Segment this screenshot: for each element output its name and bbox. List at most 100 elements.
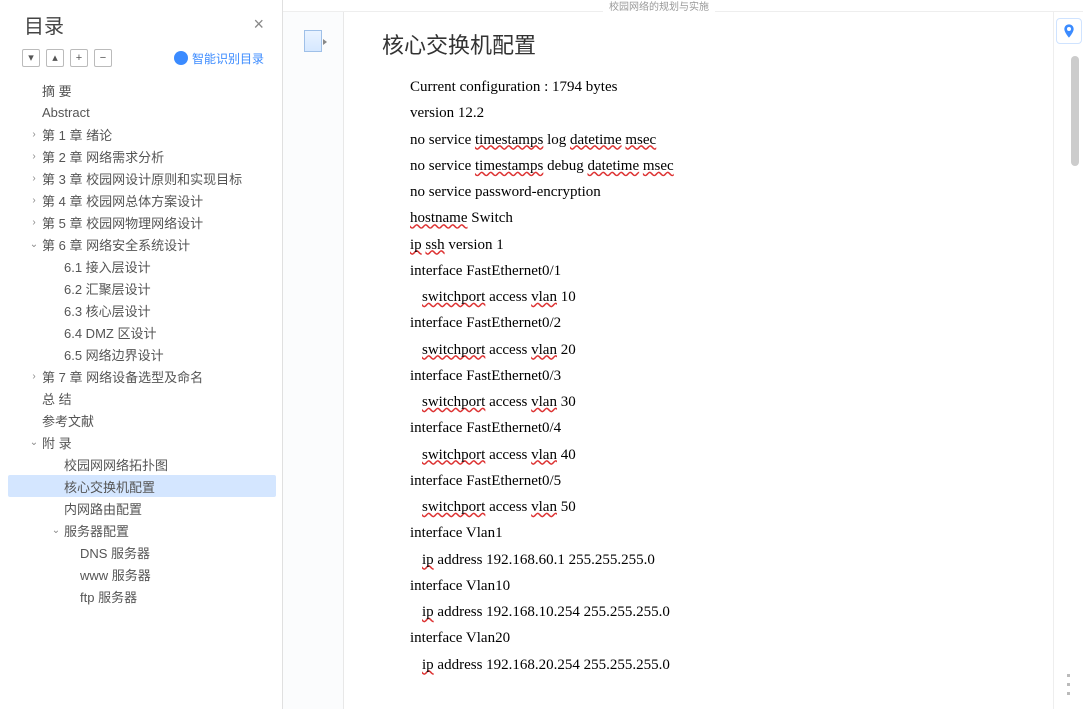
config-line: switchport access vlan 40: [382, 442, 1059, 468]
config-line: hostname Switch: [382, 205, 1059, 231]
toc-item[interactable]: ⌄附 录: [8, 431, 276, 453]
toc-item[interactable]: 核心交换机配置: [8, 475, 276, 497]
toc-item-label: 6.2 汇聚层设计: [64, 279, 151, 298]
spell-squiggle: vlan: [531, 289, 557, 305]
chevron-right-icon[interactable]: ›: [26, 217, 42, 228]
spell-squiggle: vlan: [531, 499, 557, 515]
config-line: no service timestamps log datetime msec: [382, 127, 1059, 153]
collapse-all-button[interactable]: ▾: [22, 49, 40, 67]
chevron-right-icon[interactable]: ›: [26, 173, 42, 184]
config-line: interface FastEthernet0/4: [382, 415, 1059, 441]
zoom-in-button[interactable]: +: [70, 49, 88, 67]
config-line: Current configuration : 1794 bytes: [382, 74, 1059, 100]
chevron-right-icon[interactable]: ›: [26, 151, 42, 162]
config-line: ip address 192.168.20.254 255.255.255.0: [382, 652, 1059, 678]
toc-item[interactable]: ›第 2 章 网络需求分析: [8, 145, 276, 167]
chevron-down-icon[interactable]: ⌄: [26, 239, 42, 250]
config-line: ip ssh version 1: [382, 232, 1059, 258]
toc-item[interactable]: 6.1 接入层设计: [8, 255, 276, 277]
toc-item[interactable]: 校园网网络拓扑图: [8, 453, 276, 475]
toc-item[interactable]: ›第 3 章 校园网设计原则和实现目标: [8, 167, 276, 189]
toc-item-label: 总 结: [42, 389, 72, 408]
toc-item-label: 第 7 章 网络设备选型及命名: [42, 367, 203, 386]
toc-item-label: 参考文献: [42, 411, 94, 430]
toc-item[interactable]: ⌄服务器配置: [8, 519, 276, 541]
config-line: no service password-encryption: [382, 179, 1059, 205]
spell-squiggle: msec: [625, 132, 656, 148]
ruler-strip: 校园网络的规划与实施: [283, 0, 1083, 12]
smart-toc-link[interactable]: 智能识别目录: [174, 50, 264, 67]
toc-item[interactable]: ftp 服务器: [8, 585, 276, 607]
document-area: 校园网络的规划与实施 核心交换机配置 Current configuration…: [283, 0, 1083, 709]
config-line: interface FastEthernet0/3: [382, 363, 1059, 389]
chevron-right-icon[interactable]: ›: [26, 129, 42, 140]
chevron-down-icon[interactable]: ⌄: [48, 525, 64, 536]
spell-squiggle: switchport: [422, 289, 485, 305]
toc-item[interactable]: ⌄第 6 章 网络安全系统设计: [8, 233, 276, 255]
spell-squiggle: switchport: [422, 447, 485, 463]
toc-item[interactable]: 6.5 网络边界设计: [8, 343, 276, 365]
chevron-right-icon[interactable]: ›: [26, 371, 42, 382]
toc-item-label: 核心交换机配置: [64, 477, 155, 496]
config-line: switchport access vlan 50: [382, 494, 1059, 520]
config-line: switchport access vlan 20: [382, 337, 1059, 363]
spell-squiggle: ip: [422, 604, 434, 620]
scrollbar-thumb[interactable]: [1071, 56, 1079, 166]
toc-item[interactable]: 内网路由配置: [8, 497, 276, 519]
spell-squiggle: ssh: [425, 237, 444, 253]
toc-item[interactable]: 参考文献: [8, 409, 276, 431]
toc-item-label: 附 录: [42, 433, 72, 452]
toc-tree[interactable]: 摘 要Abstract›第 1 章 绪论›第 2 章 网络需求分析›第 3 章 …: [0, 73, 282, 709]
sidebar-title: 目录: [24, 10, 64, 39]
smart-toc-label: 智能识别目录: [192, 50, 264, 67]
toc-item[interactable]: 6.3 核心层设计: [8, 299, 276, 321]
toc-item[interactable]: DNS 服务器: [8, 541, 276, 563]
toc-sidebar: 目录 × ▾ ▴ + − 智能识别目录 摘 要 Abstract ›第 1 章 绪论…: [0, 0, 283, 709]
toc-item-label: 第 5 章 校园网物理网络设计: [42, 213, 203, 232]
page-thumbnail-icon[interactable]: [304, 30, 322, 52]
config-line: interface FastEthernet0/1: [382, 258, 1059, 284]
toc-item-label: 6.1 接入层设计: [64, 257, 151, 276]
doc-tab-hint: 校园网络的规划与实施: [603, 0, 715, 13]
config-line: no service timestamps debug datetime mse…: [382, 153, 1059, 179]
toc-item[interactable]: 总 结: [8, 387, 276, 409]
location-pin-button[interactable]: [1056, 18, 1082, 44]
toc-item[interactable]: ›第 1 章 绪论: [8, 123, 276, 145]
rail-menu-icon[interactable]: [1067, 674, 1070, 695]
toc-item[interactable]: ›第 4 章 校园网总体方案设计: [8, 189, 276, 211]
toc-item-label: www 服务器: [80, 565, 151, 584]
toc-item[interactable]: www 服务器: [8, 563, 276, 585]
toc-item[interactable]: Abstract: [8, 101, 276, 123]
toc-item-label: 第 3 章 校园网设计原则和实现目标: [42, 169, 242, 188]
toc-item-label: 6.5 网络边界设计: [64, 345, 164, 364]
toc-item-label: 摘 要: [42, 81, 72, 100]
spell-squiggle: switchport: [422, 499, 485, 515]
document-page[interactable]: 核心交换机配置 Current configuration : 1794 byt…: [343, 0, 1083, 709]
chevron-right-icon[interactable]: ›: [26, 195, 42, 206]
toc-item-label: 校园网网络拓扑图: [64, 455, 168, 474]
spell-squiggle: ip: [422, 552, 434, 568]
toc-item-label: 内网路由配置: [64, 499, 142, 518]
chevron-down-icon[interactable]: ⌄: [26, 437, 42, 448]
toc-item[interactable]: 6.4 DMZ 区设计: [8, 321, 276, 343]
spell-squiggle: hostname: [410, 210, 468, 226]
toc-item[interactable]: ›第 7 章 网络设备选型及命名: [8, 365, 276, 387]
toc-item[interactable]: ›第 5 章 校园网物理网络设计: [8, 211, 276, 233]
spell-squiggle: ip: [410, 237, 422, 253]
spell-squiggle: switchport: [422, 342, 485, 358]
config-line: switchport access vlan 10: [382, 284, 1059, 310]
toc-item[interactable]: 摘 要: [8, 79, 276, 101]
config-line: ip address 192.168.10.254 255.255.255.0: [382, 599, 1059, 625]
toolbar-buttons: ▾ ▴ + −: [22, 49, 112, 67]
close-icon[interactable]: ×: [253, 14, 264, 35]
spell-squiggle: msec: [643, 158, 674, 174]
expand-all-button[interactable]: ▴: [46, 49, 64, 67]
toc-item[interactable]: 6.2 汇聚层设计: [8, 277, 276, 299]
spell-squiggle: timestamps: [475, 158, 543, 174]
spell-squiggle: switchport: [422, 394, 485, 410]
spell-squiggle: datetime: [587, 158, 639, 174]
zoom-out-button[interactable]: −: [94, 49, 112, 67]
toc-item-label: Abstract: [42, 105, 90, 120]
spell-squiggle: timestamps: [475, 132, 543, 148]
spell-squiggle: vlan: [531, 342, 557, 358]
